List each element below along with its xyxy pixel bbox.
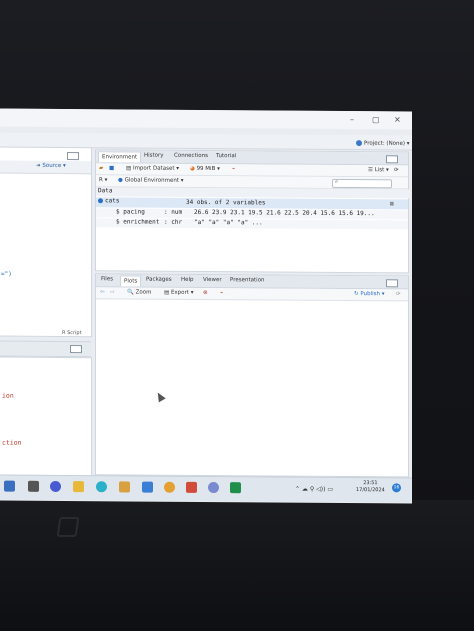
r-app-icon[interactable]: [208, 482, 219, 494]
r-label: R: [99, 177, 103, 184]
store-icon[interactable]: [119, 481, 130, 493]
tab-connections[interactable]: Connections: [171, 153, 211, 159]
notification-badge[interactable]: 16: [392, 483, 401, 493]
tab-history[interactable]: History: [141, 153, 167, 159]
tab-files[interactable]: Files: [98, 276, 116, 282]
memory-usage[interactable]: ◕ 99 MiB ▾: [190, 166, 220, 172]
minimize-icon[interactable]: –: [350, 115, 354, 124]
back-arrow-icon[interactable]: ⇦: [100, 289, 105, 295]
task-view-icon[interactable]: [28, 480, 39, 492]
stocks-icon[interactable]: [142, 481, 153, 493]
console-pane[interactable]: [0, 356, 92, 478]
laptop-logo: [56, 517, 80, 537]
refresh-icon[interactable]: ⟳: [394, 167, 399, 173]
project-icon: [356, 140, 362, 147]
variable-name: $ pacing: [116, 208, 145, 216]
tab-presentation[interactable]: Presentation: [227, 277, 268, 283]
taskbar-clock[interactable]: 23:51 17/01/2024: [356, 480, 385, 494]
files-maximize-icon[interactable]: [386, 279, 398, 288]
publish-label: Publish: [360, 291, 380, 298]
expand-icon[interactable]: [98, 198, 103, 204]
mail-app-icon[interactable]: [186, 481, 197, 493]
broom-icon[interactable]: ⌁: [220, 290, 223, 296]
plots-toolbar: ⇦ ⇨ 🔍 Zoom ▤ Export ▾ ⊗ ⌁ ↻ Publish ▾ ⟳: [96, 287, 408, 302]
tab-viewer[interactable]: Viewer: [200, 277, 225, 283]
window-titlebar: – ▢ ✕: [0, 108, 412, 130]
excel-icon[interactable]: [230, 482, 241, 494]
publish-button[interactable]: ↻ Publish ▾: [354, 291, 384, 297]
object-summary: 34 obs. of 2 variables: [186, 198, 266, 207]
tab-environment[interactable]: Environment: [98, 151, 142, 163]
search-icon: ⌕: [335, 178, 339, 185]
source-button[interactable]: ➜ Source ▾: [36, 163, 66, 169]
chrome-icon[interactable]: [164, 481, 175, 493]
screen: – ▢ ✕ Project: (None) ▾ ➜ Source ▾ =") R…: [0, 108, 412, 504]
grid-view-icon[interactable]: ▦: [390, 200, 394, 207]
code-fragment: ="): [1, 270, 12, 278]
list-view-label: List: [374, 167, 385, 174]
variable-type: : num: [164, 208, 183, 216]
r-language-select[interactable]: R ▾: [99, 177, 107, 183]
files-pane: Files Plots Packages Help Viewer Present…: [95, 273, 409, 478]
tab-plots[interactable]: Plots: [120, 275, 142, 287]
env-maximize-icon[interactable]: [386, 155, 398, 164]
forward-arrow-icon[interactable]: ⇨: [110, 289, 115, 295]
import-dataset-label: Import Dataset: [132, 165, 175, 172]
project-menu[interactable]: Project: (None) ▾: [356, 140, 410, 147]
variable-row: $ enrichment : chr "a" "a" "a" "a" ...: [96, 218, 408, 230]
save-icon[interactable]: ■: [109, 165, 114, 171]
variable-values: "a" "a" "a" "a" ...: [194, 218, 263, 227]
rscript-label[interactable]: R Script: [62, 330, 82, 336]
export-label: Export: [170, 289, 189, 296]
restore-icon[interactable]: ▢: [372, 115, 380, 124]
pane-minimize-icon[interactable]: [67, 152, 79, 161]
variable-type: : chr: [164, 218, 183, 226]
close-icon[interactable]: ✕: [394, 115, 401, 124]
taskbar: [0, 474, 412, 503]
global-env-select[interactable]: ● Global Environment ▾: [118, 177, 184, 183]
memory-label: 99 MiB: [196, 165, 216, 173]
console-line: ion: [2, 391, 14, 400]
global-env-label: Global Environment: [124, 177, 179, 184]
env-search-input[interactable]: ⌕: [332, 178, 392, 189]
console-maximize-icon[interactable]: [70, 345, 82, 354]
environment-pane: Environment History Connections Tutorial…: [95, 149, 410, 274]
export-button[interactable]: ▤ Export ▾: [164, 290, 193, 296]
remove-plot-icon[interactable]: ⊗: [203, 290, 208, 296]
edge-icon[interactable]: [96, 481, 107, 493]
source-button-label: Source: [42, 162, 62, 169]
list-view-button[interactable]: ☰ List ▾: [368, 167, 389, 173]
file-explorer-icon[interactable]: [73, 481, 84, 493]
tab-tutorial[interactable]: Tutorial: [213, 153, 239, 159]
open-icon[interactable]: ▰: [99, 165, 103, 171]
taskbar-app-icon[interactable]: [4, 480, 15, 492]
project-label: Project: (None): [364, 140, 406, 147]
tray-icons[interactable]: ⌃ ☁ ⚲ ◁)) ▭: [295, 486, 333, 493]
zoom-button[interactable]: 🔍 Zoom: [127, 289, 151, 295]
refresh-icon[interactable]: ⟳: [396, 291, 401, 297]
broom-icon[interactable]: ⌁: [232, 166, 235, 172]
tab-help[interactable]: Help: [178, 277, 197, 283]
variable-values: 26.6 23.9 23.1 19.5 21.6 22.5 20.4 15.6 …: [194, 208, 375, 218]
source-pane: [0, 146, 92, 338]
zoom-label: Zoom: [135, 289, 152, 296]
chat-icon[interactable]: [50, 480, 61, 492]
variable-name: $ enrichment: [116, 218, 160, 226]
object-name: cats: [105, 197, 120, 205]
tab-packages[interactable]: Packages: [143, 277, 175, 283]
import-dataset-button[interactable]: ▤ Import Dataset ▾: [126, 165, 179, 171]
console-line: ction: [2, 438, 22, 447]
clock-date: 17/01/2024: [356, 487, 385, 494]
